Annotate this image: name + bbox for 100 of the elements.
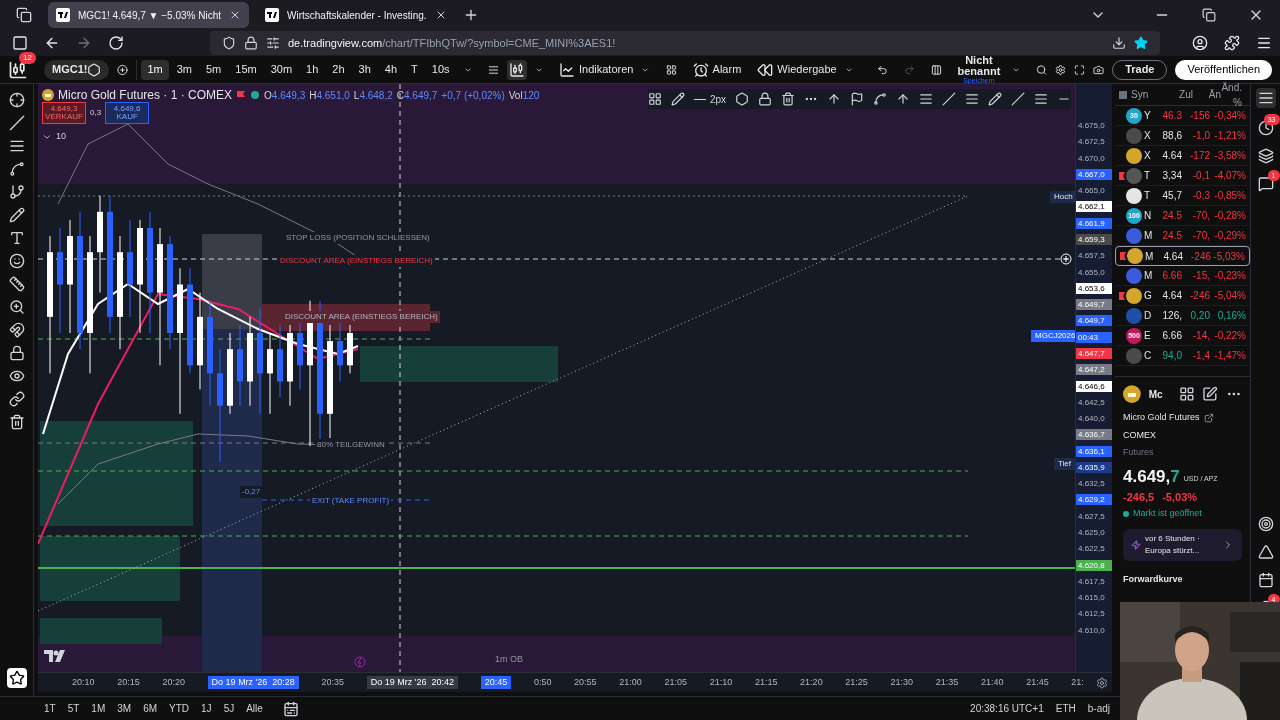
watchlist-row[interactable]: X 4.64 -172 -3,58% [1115,146,1250,166]
price-tag: 4.649,7 [1076,315,1112,327]
change-value: -0,3 [1191,189,1210,203]
change-value: -246,5 [1123,489,1155,505]
price-tick: 4.657,5 [1077,250,1106,262]
change-percent: -1,21% [1213,129,1246,143]
interval-tab[interactable]: 15m [229,59,263,80]
change-percent: -3,58% [1213,149,1246,163]
indicators-button[interactable]: Indikatoren [558,61,634,78]
time-label: 21:30 [890,675,914,689]
watchlist-row[interactable]: T 3,34 -0,1 -4,07% [1115,166,1250,186]
range-button[interactable]: 5J [223,701,235,716]
range-button[interactable]: YTD [169,701,190,716]
range-button[interactable]: Alle [246,701,263,716]
change-value: -14, [1191,329,1210,343]
symbol-text: T [1144,189,1152,203]
watchlist-row[interactable]: X 88,6 -1,0 -1,21% [1115,126,1250,146]
symbol-text: E [1144,329,1152,343]
change-percent: -0,22% [1213,329,1246,343]
watchlist-row[interactable]: D 126, 0,20 0,16% [1115,306,1250,326]
watchlist-row[interactable]: T 45,7 -0,3 -0,85% [1115,186,1250,206]
time-label: 21:10 [709,675,733,689]
time-label: 21:20 [800,675,823,689]
contract-label: MGCJ2026 [1031,330,1075,342]
range-button[interactable]: 1M [91,701,106,716]
change-value: -156 [1189,109,1210,123]
last-price: 4.64 [1162,249,1183,264]
time-label: 21:40 [980,675,1004,689]
price-tag: 4.646,6 [1076,380,1112,392]
interval-tab[interactable]: 1h [300,59,325,80]
adjustment-button[interactable]: b-adj [1087,701,1110,716]
alarm-button[interactable]: Alarm [692,61,742,78]
symbol-text: M [1144,269,1154,283]
range-button[interactable]: 1T [44,701,56,716]
price-tick: 4.615,0 [1077,592,1106,604]
range-button[interactable]: 3M [117,701,132,716]
chart-annotation: STOP LOSS (POSITION SCHLIESSEN) [284,232,432,244]
range-button[interactable]: 5T [67,701,80,716]
symbol-search-field[interactable]: MGC1! [44,59,110,80]
sell-button[interactable]: 4.649,3 VERKAUF [42,102,86,124]
chart-annotation: DISCOUNT AREA (EINSTIEGS BEREICH) [278,255,435,267]
price-tag: 4.667,0 [1076,168,1112,180]
order-block-label: 1m OB [495,653,523,666]
column-header[interactable]: Zul [1163,87,1193,102]
interval-tab[interactable]: T [405,59,424,80]
volume-value: Vol120 [508,88,540,103]
interval-tab[interactable]: 3h [352,59,377,80]
change-value: +0,7 (+0,02%) [441,88,505,103]
last-price: 4.64 [1161,289,1182,303]
watchlist-row[interactable]: M 24.5 -70, -0,29% [1115,226,1250,246]
range-button[interactable]: 6M [143,701,158,716]
price-tag: 4.635,9 [1076,461,1112,473]
browser-tab[interactable]: Wirtschaftskalender - Investing. [257,2,455,28]
last-price: 6.66 [1161,329,1182,343]
instrument-type: Futures [1123,446,1155,459]
price-tick: 4.642,5 [1077,396,1106,408]
watchlist-row[interactable]: G 4.64 -246 -5,04% [1115,286,1250,306]
watchlist-row[interactable]: C 94,0 -1,4 -1,47% [1115,346,1250,366]
change-percent: 0,16% [1216,309,1246,323]
range-button[interactable]: 1J [201,701,212,716]
price-tag: 4.647,7 [1076,347,1112,359]
column-header[interactable]: Än [1193,87,1221,102]
change-value: -246 [1189,289,1210,303]
price-tick: 4.632,5 [1077,478,1106,490]
interval-tab[interactable]: 30m [264,59,299,80]
price-tick: 4.675,0 [1077,120,1106,131]
line-width-button[interactable]: 2px [694,91,727,107]
interval-tab[interactable]: 10s [425,59,456,80]
buy-button[interactable]: 4.649,6 KAUF [105,102,150,124]
interval-tab[interactable]: 3m [170,59,198,80]
time-label: 20:15 [117,675,140,689]
time-label: 20:20 [162,675,185,689]
interval-tab[interactable]: 5m [200,59,228,80]
column-header[interactable]: Syn [1131,87,1163,102]
watchlist-row[interactable]: M 6.66 -15, -0,23% [1115,266,1250,286]
interval-tab[interactable]: 2h [326,59,351,80]
symbol-text: M [1144,229,1154,243]
change-value: 0,20 [1189,309,1210,323]
time-label: 21:00 [619,675,642,689]
time-label: 20:10 [72,675,95,689]
replay-button[interactable]: Wiedergabe [757,61,837,78]
session-button[interactable]: ETH [1055,701,1076,716]
news-card[interactable]: vor 6 Stunden · Europa stürzt... [1123,528,1242,561]
ohlc-value: O4.649,3 [264,88,306,103]
symbol-text: Y [1144,109,1152,123]
interval-tab[interactable]: 1m [141,59,169,80]
low-label: Tief [1054,458,1075,470]
address-bar[interactable]: de.tradingview.com/chart/TFIbhQTw/?symbol=CME_MINI%3AES1! [210,31,1160,55]
time-label: 21:25 [845,675,868,689]
publish-button[interactable]: Veröffentlichen [1175,59,1273,80]
chart-annotation: -0,27 [240,486,263,498]
browser-tab[interactable]: MGC1! 4.649,7 ▼ −5.03% Nicht [48,2,250,28]
price-tick: 4.622,5 [1077,543,1106,555]
price-tag: 4.636,1 [1076,445,1112,457]
price-tick: 4.627,5 [1077,510,1106,522]
watchlist-row[interactable]: M 4.64 -246 -5,03% [1115,246,1250,266]
price-tag: 4.636,7 [1076,429,1112,441]
interval-tab[interactable]: 4h [378,59,404,80]
last-price: 4.64 [1161,149,1182,163]
price-tick: 4.612,5 [1077,608,1106,620]
